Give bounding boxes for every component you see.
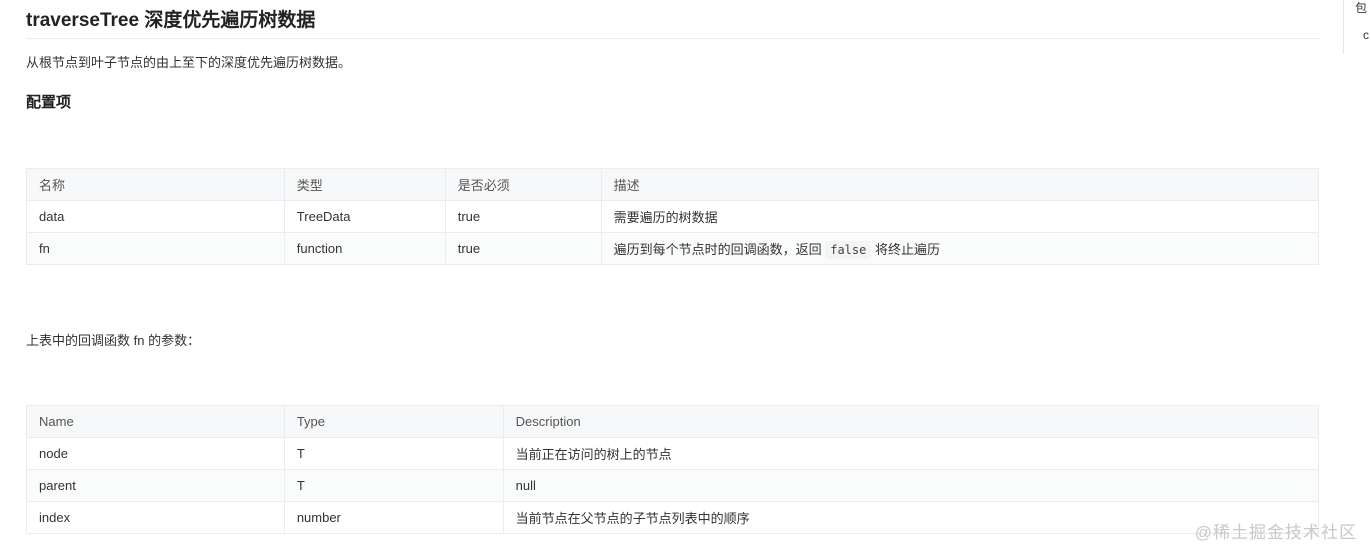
cell-name: index [26,501,285,534]
toc-link[interactable]: c [1363,28,1369,42]
cell-type: T [283,437,504,470]
toc-link[interactable]: 包 [1355,0,1367,16]
description-text-before: 遍历到每个节点时的回调函数，返回 [613,242,822,257]
description-text: 从根节点到叶子节点的由上至下的深度优先遍历树数据。 [26,55,352,70]
table-header-row: Name Type Description [26,405,1320,438]
doc-content: traverseTree 深度优先遍历树数据 从根节点到叶子节点的由上至下的深度… [26,0,1320,534]
callback-params-note: 上表中的回调函数 fn 的参数： [26,333,201,348]
cell-required: true [444,232,602,265]
watermark: @稀土掘金技术社区 [1194,523,1357,542]
table-row: parent T null [26,469,1320,502]
cell-required: true [444,200,602,233]
cell-name: fn [26,232,285,265]
column-header: 描述 [600,168,1320,201]
cell-type: T [283,469,504,502]
description-text-after: 将终止遍历 [874,242,940,257]
document-page: traverseTree 深度优先遍历树数据 从根节点到叶子节点的由上至下的深度… [0,0,1371,557]
cell-description: null [502,469,1320,502]
table-row: fn function true 遍历到每个节点时的回调函数，返回 false … [26,232,1320,265]
column-header: Description [502,405,1320,438]
table-row: index number 当前节点在父节点的子节点列表中的顺序 [26,501,1320,534]
cell-description: 需要遍历的树数据 [600,200,1320,233]
column-header: 名称 [26,168,285,201]
params-table: Name Type Description node T 当前正在访问的树上的节… [26,405,1320,534]
column-header: Type [283,405,504,438]
page-title: traverseTree 深度优先遍历树数据 [26,0,1320,39]
cell-name: data [26,200,285,233]
column-header: Name [26,405,285,438]
toc-sidebar: 包 c [1343,0,1371,54]
cell-type: number [283,501,504,534]
column-header: 类型 [283,168,446,201]
cell-type: TreeData [283,200,446,233]
table-row: data TreeData true 需要遍历的树数据 [26,200,1320,233]
cell-description: 遍历到每个节点时的回调函数，返回 false 将终止遍历 [600,232,1320,265]
options-table: 名称 类型 是否必须 描述 data TreeData true 需要遍历的树数… [26,168,1320,265]
cell-name: parent [26,469,285,502]
column-header: 是否必须 [444,168,602,201]
table-header-row: 名称 类型 是否必须 描述 [26,168,1320,201]
section-title-options: 配置项 [26,94,72,111]
cell-description: 当前正在访问的树上的节点 [502,437,1320,470]
table-row: node T 当前正在访问的树上的节点 [26,437,1320,470]
cell-name: node [26,437,285,470]
cell-type: function [283,232,446,265]
inline-code-false: false [825,241,872,259]
